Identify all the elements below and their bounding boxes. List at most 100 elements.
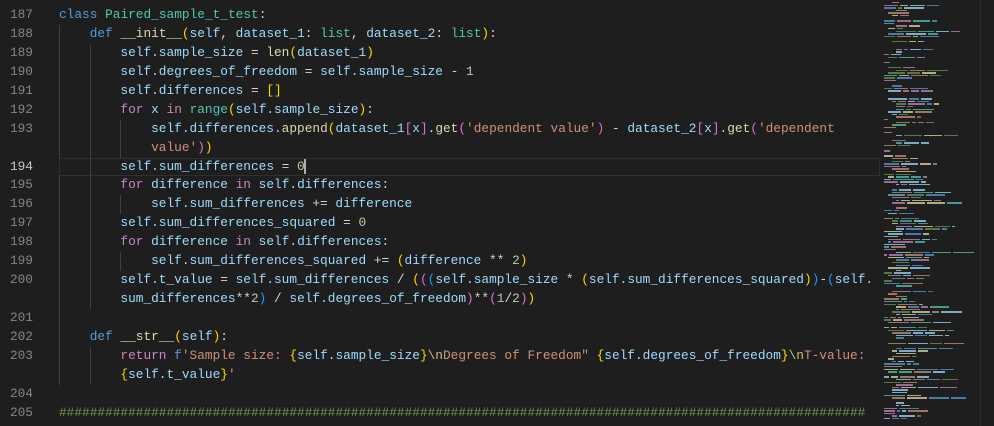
minimap-line (898, 360, 905, 363)
code-line[interactable]: 196 self.sum_differences += difference (0, 195, 880, 214)
code-token: ) (803, 272, 812, 288)
minimap-line (888, 342, 906, 344)
code-token: self.sum_differences_squared (151, 253, 367, 269)
code-line[interactable]: 203 return f'Sample size: {self.sample_si… (0, 347, 880, 366)
code-line[interactable]: 188 def __init__(self, dataset_1: list, d… (0, 25, 880, 44)
minimap-line (884, 230, 903, 233)
indent-guide (90, 290, 121, 309)
code-token: = (212, 272, 236, 288)
minimap-line (892, 355, 910, 357)
minimap-line (912, 35, 919, 38)
indent-guide (120, 252, 151, 271)
minimap-line (927, 103, 932, 105)
minimap-line (913, 20, 930, 22)
code-token: : (381, 234, 390, 250)
code-token: difference (151, 177, 228, 193)
code-line[interactable]: 194 self.sum_differences = 0 (0, 157, 880, 177)
code-line[interactable]: 198 for difference in self.differences: (0, 233, 880, 252)
minimap-line (891, 246, 906, 248)
indent-guide (90, 366, 121, 385)
code-token: ] (711, 120, 720, 136)
minimap-line (884, 20, 896, 22)
minimap-line (913, 332, 923, 334)
code-line-wrapped[interactable]: value')) (0, 139, 880, 158)
indent-guide (59, 63, 90, 82)
indent-guide (59, 25, 90, 44)
minimap-line (884, 217, 893, 220)
code-line[interactable]: 202 def __str__(self): (0, 328, 880, 347)
minimap-line (943, 342, 965, 344)
minimap-line (884, 61, 891, 64)
code-token: 'Sample size: (181, 347, 290, 363)
code-line[interactable]: 195 for difference in self.differences: (0, 176, 880, 195)
minimap-line (884, 119, 888, 121)
code-token: x (412, 120, 420, 136)
code-token: = (297, 63, 321, 79)
minimap-line (888, 90, 902, 92)
minimap-line (884, 210, 892, 212)
code-token: ( (750, 120, 758, 136)
code-token: def (89, 25, 113, 41)
code-line-wrapped[interactable]: sum_differences**2) / self.degrees_of_fr… (0, 290, 880, 309)
line-number: 197 (9, 215, 33, 231)
code-token: / (389, 272, 413, 288)
minimap-line (884, 155, 893, 157)
minimap[interactable] (882, 0, 980, 426)
minimap-line (892, 113, 897, 116)
minimap-line (884, 35, 896, 38)
minimap-line (940, 311, 962, 313)
minimap-line (892, 392, 907, 394)
code-text: def __str__(self): (59, 328, 228, 347)
code-token: : (304, 25, 321, 41)
code-token: in (166, 101, 182, 117)
minimap-line (927, 69, 948, 71)
vertical-scrollbar[interactable] (980, 0, 994, 426)
code-line[interactable]: 199 self.sum_differences_squared += (diff… (0, 252, 880, 271)
minimap-line (900, 223, 917, 225)
code-line[interactable]: 187 class Paired_sample_t_test: (0, 6, 880, 25)
code-token: \n (427, 347, 443, 363)
minimap-line (917, 368, 938, 370)
minimap-line (941, 379, 958, 381)
text-cursor (303, 158, 306, 174)
minimap-line (897, 77, 913, 79)
code-line[interactable]: 190 self.degrees_of_freedom = self.sample… (0, 63, 880, 82)
minimap-line (899, 4, 908, 6)
minimap-line (896, 405, 900, 407)
code-token: self.degrees_of_freedom (604, 347, 781, 363)
minimap-line (884, 280, 892, 282)
minimap-line (917, 386, 938, 389)
code-line[interactable]: 197 self.sum_differences_squared = 0 (0, 214, 880, 233)
code-line[interactable]: 200 self.t_value = self.sum_differences /… (0, 271, 880, 290)
code-editor[interactable]: 187 class Paired_sample_t_test: 188 def __i… (0, 6, 880, 423)
code-line-wrapped[interactable]: {self.t_value}' (0, 366, 880, 385)
code-line[interactable]: 191 self.differences = [] (0, 82, 880, 101)
code-token: += (366, 253, 397, 269)
code-token: self.sum_differences_squared (588, 272, 804, 288)
code-token: ( (827, 272, 835, 288)
minimap-line (884, 243, 905, 246)
code-line[interactable]: 201 (0, 309, 880, 328)
code-token: self.sum_differences (151, 196, 305, 212)
minimap-line (884, 150, 890, 152)
code-line[interactable]: 193 self.differences.append(dataset_1[x].… (0, 120, 880, 139)
code-line[interactable]: 192 for x in range(self.sample_size): (0, 101, 880, 120)
minimap-line (909, 48, 922, 51)
minimap-line (952, 225, 956, 227)
code-line[interactable]: 189 self.sample_size = len(dataset_1) (0, 44, 880, 63)
line-number: 190 (9, 63, 33, 79)
minimap-line (896, 285, 912, 287)
minimap-line (892, 319, 903, 321)
code-line[interactable]: 205 #####################################… (0, 404, 880, 423)
indent-guide (59, 271, 90, 290)
minimap-line (884, 74, 897, 77)
minimap-line (907, 342, 928, 344)
code-token: += (304, 196, 336, 212)
line-number: 200 (9, 272, 33, 288)
indent-guide (90, 44, 121, 63)
minimap-line (915, 111, 932, 113)
code-line[interactable]: 204 (0, 385, 880, 404)
